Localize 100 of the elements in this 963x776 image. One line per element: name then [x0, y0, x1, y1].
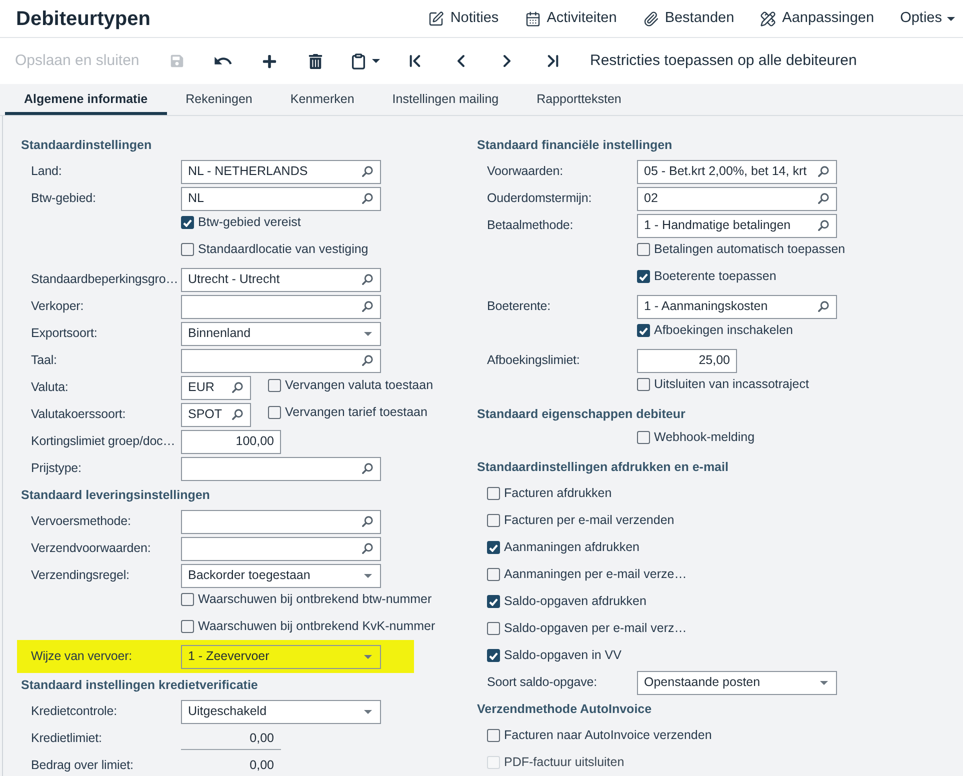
checkbox-label: Waarschuwen bij ontbrekend btw-nummer — [198, 591, 432, 608]
lookup-field[interactable]: 02 — [637, 186, 837, 210]
dropdown-field[interactable]: Backorder toegestaan — [181, 564, 381, 588]
checkbox-label: Saldo-opgaven in VV — [504, 647, 622, 664]
checkbox[interactable] — [181, 216, 194, 229]
checkbox[interactable] — [487, 622, 500, 635]
checkbox-label: Afboekingen inschakelen — [654, 322, 793, 340]
field-label: Exportsoort: — [31, 325, 98, 342]
search-icon[interactable] — [818, 193, 829, 204]
tab[interactable]: Kenmerken — [271, 84, 374, 115]
tab[interactable]: Rekeningen — [166, 84, 272, 115]
search-icon[interactable] — [362, 274, 373, 285]
checkbox-label: PDF-factuur uitsluiten — [504, 754, 624, 772]
search-icon[interactable] — [362, 301, 373, 312]
field-label: Wijze van vervoer: — [31, 648, 134, 666]
search-icon[interactable] — [818, 166, 829, 177]
dropdown-field[interactable]: Uitgeschakeld — [181, 700, 381, 724]
lookup-field[interactable]: NL - NETHERLANDS — [181, 160, 381, 184]
checkbox-label: Vervangen valuta toestaan — [285, 377, 434, 394]
checkbox[interactable] — [487, 729, 500, 742]
header-link[interactable]: Notities — [428, 8, 499, 30]
lookup-field[interactable]: 05 - Bet.krt 2,00%, bet 14, krt — [637, 160, 837, 184]
ruler-pencil-icon — [760, 10, 776, 26]
field-label: Boeterente: — [487, 298, 552, 316]
search-icon[interactable] — [818, 220, 829, 231]
checkbox[interactable] — [181, 620, 194, 633]
field-label: Verzendingsregel: — [31, 567, 130, 584]
checkbox-label: Btw-gebied vereist — [198, 214, 301, 232]
search-icon[interactable] — [362, 355, 373, 366]
lookup-field[interactable] — [181, 294, 381, 318]
lookup-field[interactable]: NL — [181, 186, 381, 210]
checkbox[interactable] — [487, 568, 500, 581]
search-icon[interactable] — [232, 382, 243, 393]
check-icon — [489, 598, 498, 606]
check-icon — [183, 218, 192, 226]
checkbox-label: Uitsluiten van incassotraject — [654, 376, 809, 394]
search-icon[interactable] — [362, 166, 373, 177]
field-label: Kortingslimiet groep/doc… — [31, 433, 176, 450]
header-link[interactable]: Aanpassingen — [760, 8, 874, 30]
checkbox[interactable] — [268, 379, 281, 392]
dropdown-field[interactable]: 1 - Zeevervoer — [181, 644, 381, 668]
number-field[interactable]: 25,00 — [637, 348, 737, 372]
checkbox-label: Aanmaningen afdrukken — [504, 539, 640, 556]
header-link[interactable]: Bestanden — [642, 8, 734, 30]
field-label: Kredietlimiet: — [31, 730, 103, 748]
checkbox[interactable] — [268, 406, 281, 419]
search-icon[interactable] — [362, 543, 373, 554]
search-icon[interactable] — [362, 516, 373, 527]
lookup-field[interactable] — [181, 456, 381, 480]
field-label: Verkoper: — [31, 298, 85, 316]
field-label: Ouderdomstermijn: — [487, 190, 593, 208]
search-icon[interactable] — [362, 193, 373, 204]
check-icon — [489, 652, 498, 660]
caret-icon — [364, 574, 372, 578]
checkbox-label: Saldo-opgaven afdrukken — [504, 593, 646, 610]
checkbox-label: Boeterente toepassen — [654, 268, 776, 286]
check-icon — [489, 544, 498, 552]
lookup-field[interactable]: EUR — [181, 376, 251, 400]
search-icon[interactable] — [232, 409, 243, 420]
header-link[interactable]: Activiteiten — [524, 8, 617, 30]
checkbox[interactable] — [181, 593, 194, 606]
checkbox[interactable] — [637, 431, 650, 444]
section-heading: Standaard leveringsinstellingen — [21, 486, 210, 504]
lookup-field[interactable] — [181, 510, 381, 534]
field-label: Voorwaarden: — [487, 163, 564, 180]
lookup-field[interactable] — [181, 348, 381, 372]
tab[interactable]: Instellingen mailing — [373, 84, 518, 115]
section-heading: Standaardinstellingen — [21, 136, 152, 154]
caret-icon — [820, 680, 828, 684]
checkbox[interactable] — [637, 378, 650, 391]
checkbox[interactable] — [487, 595, 500, 608]
checkbox[interactable] — [181, 243, 194, 256]
lookup-field[interactable]: Utrecht - Utrecht — [181, 268, 381, 292]
checkbox[interactable] — [637, 243, 650, 256]
lookup-field[interactable]: SPOT — [181, 402, 251, 426]
search-icon[interactable] — [818, 301, 829, 312]
section-heading: Standaard financiële instellingen — [477, 136, 672, 154]
options-menu-button[interactable]: Opties — [900, 8, 955, 30]
paperclip-icon — [642, 10, 659, 26]
checkbox-label: Facturen per e-mail verzenden — [504, 512, 674, 530]
number-field[interactable]: 100,00 — [181, 430, 281, 454]
clipboard-icon — [350, 52, 367, 70]
plus-icon — [262, 54, 276, 68]
checkbox[interactable] — [487, 649, 500, 662]
lookup-field[interactable]: 1 - Aanmaningskosten — [637, 294, 837, 318]
checkbox-label: Facturen afdrukken — [504, 485, 612, 502]
checkbox[interactable] — [487, 541, 500, 554]
lookup-field[interactable] — [181, 536, 381, 560]
tab[interactable]: Rapportteksten — [518, 84, 640, 115]
checkbox[interactable] — [487, 514, 500, 527]
field-label: Valutakoerssoort: — [31, 406, 127, 424]
field-label: Btw-gebied: — [31, 190, 97, 208]
checkbox[interactable] — [487, 487, 500, 500]
checkbox[interactable] — [637, 324, 650, 337]
lookup-field[interactable]: 1 - Handmatige betalingen — [637, 214, 837, 238]
dropdown-field[interactable]: Binnenland — [181, 322, 381, 346]
search-icon[interactable] — [362, 463, 373, 474]
checkbox[interactable] — [637, 270, 650, 283]
apply-restrictions-button[interactable]: Restricties toepassen op alle debiteuren — [590, 50, 857, 72]
dropdown-field[interactable]: Openstaande posten — [637, 670, 837, 694]
